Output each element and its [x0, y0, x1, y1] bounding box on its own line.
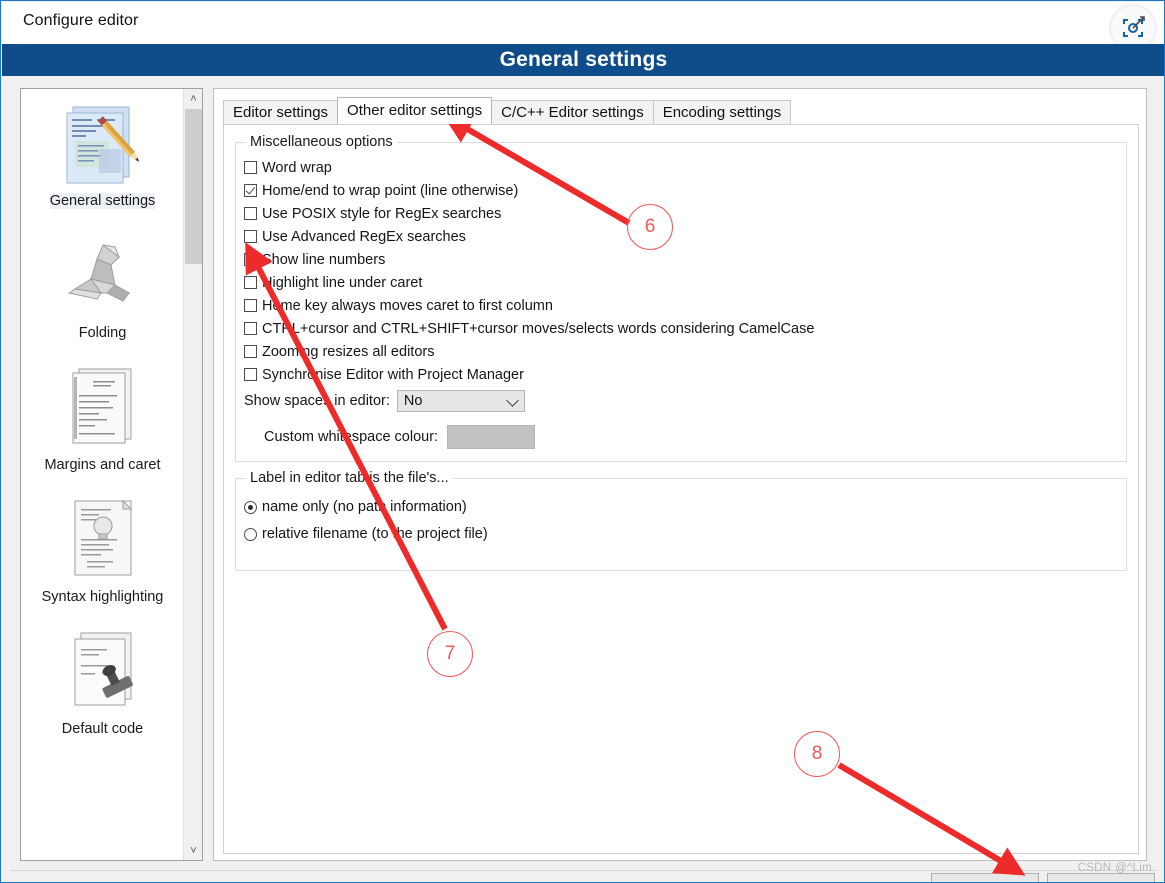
sidebar-item-general-settings[interactable]: General settings [21, 89, 184, 221]
checkbox-box[interactable] [244, 345, 257, 358]
sidebar-item-default-code[interactable]: Default code [21, 617, 184, 749]
page-title: General settings [499, 48, 668, 71]
whitespace-colour-swatch[interactable] [447, 425, 536, 449]
tab-editor-settings[interactable]: Editor settings [223, 100, 339, 124]
radio-name-only[interactable]: name only (no path information) [244, 499, 467, 515]
checkbox-box[interactable] [244, 253, 257, 266]
sidebar-item-label: Folding [78, 325, 127, 341]
miscellaneous-options-group: Miscellaneous options Word wrap Home/end… [235, 134, 1127, 462]
chevron-down-icon[interactable] [506, 394, 519, 407]
origami-bird-icon [55, 227, 151, 323]
annotation-number-7: 7 [427, 631, 473, 677]
radio-box[interactable] [244, 527, 257, 541]
ok-button[interactable] [931, 873, 1039, 882]
checkbox-show-line-numbers[interactable]: Show line numbers [244, 249, 385, 270]
scroll-up-icon[interactable]: ˄ [184, 89, 202, 108]
checkbox-label: Show line numbers [262, 251, 386, 268]
checkbox-box[interactable] [244, 299, 257, 312]
show-spaces-dropdown[interactable]: No [396, 390, 525, 412]
checkbox-label: Highlight line under caret [262, 274, 423, 291]
watermark: CSDN @^Lim [1077, 862, 1152, 874]
tab-encoding-settings[interactable]: Encoding settings [652, 100, 792, 124]
sidebar-scrollbar[interactable]: ˄ ˅ [183, 89, 202, 860]
checkbox-label: Word wrap [262, 159, 332, 176]
settings-content-panel: Editor settings Other editor settings C/… [213, 88, 1147, 861]
sidebar-item-folding[interactable]: Folding [21, 221, 184, 353]
checkbox-label: Use Advanced RegEx searches [262, 228, 466, 245]
show-spaces-label: Show spaces in editor: [244, 393, 390, 409]
checkbox-synchronise-editor-project-manager[interactable]: Synchronise Editor with Project Manager [244, 364, 524, 385]
tab-other-editor-settings[interactable]: Other editor settings [337, 97, 493, 124]
radio-relative-filename[interactable]: relative filename (to the project file) [244, 526, 488, 542]
whitespace-colour-row: Custom whitespace colour: [264, 425, 536, 449]
checkbox-word-wrap[interactable]: Word wrap [244, 157, 332, 178]
checkbox-box[interactable] [244, 322, 257, 335]
radio-label: relative filename (to the project file) [262, 526, 488, 542]
checkbox-box[interactable] [244, 230, 257, 243]
page-header: General settings [2, 44, 1164, 76]
checkbox-use-posix-regex[interactable]: Use POSIX style for RegEx searches [244, 203, 501, 224]
sidebar-item-margins-and-caret[interactable]: Margins and caret [21, 353, 184, 485]
checkbox-ctrl-cursor-camelcase[interactable]: CTRL+cursor and CTRL+SHIFT+cursor moves/… [244, 318, 814, 339]
checkbox-highlight-line-under-caret[interactable]: Highlight line under caret [244, 272, 422, 293]
tab-page-other-editor-settings: Miscellaneous options Word wrap Home/end… [223, 124, 1139, 854]
window-title: Configure editor [23, 12, 139, 29]
sidebar-list: General settings Folding Margins and car… [21, 89, 184, 860]
checkbox-box[interactable] [244, 184, 257, 197]
group-title: Miscellaneous options [246, 134, 397, 150]
checkbox-box[interactable] [244, 207, 257, 220]
cancel-button[interactable] [1047, 873, 1155, 882]
checkbox-box[interactable] [244, 161, 257, 174]
sidebar-item-syntax-highlighting[interactable]: Syntax highlighting [21, 485, 184, 617]
sidebar-item-label: Margins and caret [44, 457, 161, 473]
scrollbar-thumb[interactable] [185, 109, 202, 264]
sidebar-item-label: Default code [61, 721, 144, 737]
radio-label: name only (no path information) [262, 499, 467, 515]
checkbox-label: Home key always moves caret to first col… [262, 297, 553, 314]
lined-paper-icon [55, 359, 151, 455]
radio-box[interactable] [244, 500, 257, 514]
checkbox-home-end-to-wrap-point[interactable]: Home/end to wrap point (line otherwise) [244, 180, 518, 201]
checkbox-label: Home/end to wrap point (line otherwise) [262, 182, 519, 199]
dialog-body: General settings Folding Margins and car… [2, 76, 1164, 882]
sidebar-item-label: Syntax highlighting [41, 589, 164, 605]
configure-editor-dialog: Configure editor General settings Genera… [0, 0, 1165, 883]
checkbox-label: Use POSIX style for RegEx searches [262, 205, 502, 222]
group-title: Label in editor tab is the file's... [246, 470, 453, 486]
show-spaces-value: No [403, 393, 423, 409]
checkbox-label: Synchronise Editor with Project Manager [262, 366, 524, 383]
checkbox-label: Zooming resizes all editors [262, 343, 435, 360]
tab-cpp-editor-settings[interactable]: C/C++ Editor settings [491, 100, 654, 124]
checkbox-box[interactable] [244, 276, 257, 289]
footer-separator [10, 870, 1157, 871]
checkbox-box[interactable] [244, 368, 257, 381]
documents-with-pencil-icon [55, 95, 151, 191]
settings-category-sidebar[interactable]: General settings Folding Margins and car… [20, 88, 203, 861]
document-lightbulb-icon [55, 491, 151, 587]
checkbox-home-key-first-column[interactable]: Home key always moves caret to first col… [244, 295, 553, 316]
whitespace-colour-label: Custom whitespace colour: [264, 429, 439, 445]
annotation-number-8: 8 [794, 731, 840, 777]
checkbox-use-advanced-regex[interactable]: Use Advanced RegEx searches [244, 226, 466, 247]
checkbox-zooming-resizes-all-editors[interactable]: Zooming resizes all editors [244, 341, 434, 362]
tab-strip: Editor settings Other editor settings C/… [223, 97, 792, 124]
checkbox-label: CTRL+cursor and CTRL+SHIFT+cursor moves/… [262, 320, 815, 337]
scroll-down-icon[interactable]: ˅ [184, 841, 202, 860]
title-bar: Configure editor [2, 2, 1164, 50]
show-spaces-row: Show spaces in editor: No [244, 390, 525, 412]
editor-tab-label-group: Label in editor tab is the file's... nam… [235, 470, 1127, 571]
annotation-number-6: 6 [627, 204, 673, 250]
sidebar-item-label: General settings [49, 193, 156, 209]
document-stamp-icon [55, 623, 151, 719]
